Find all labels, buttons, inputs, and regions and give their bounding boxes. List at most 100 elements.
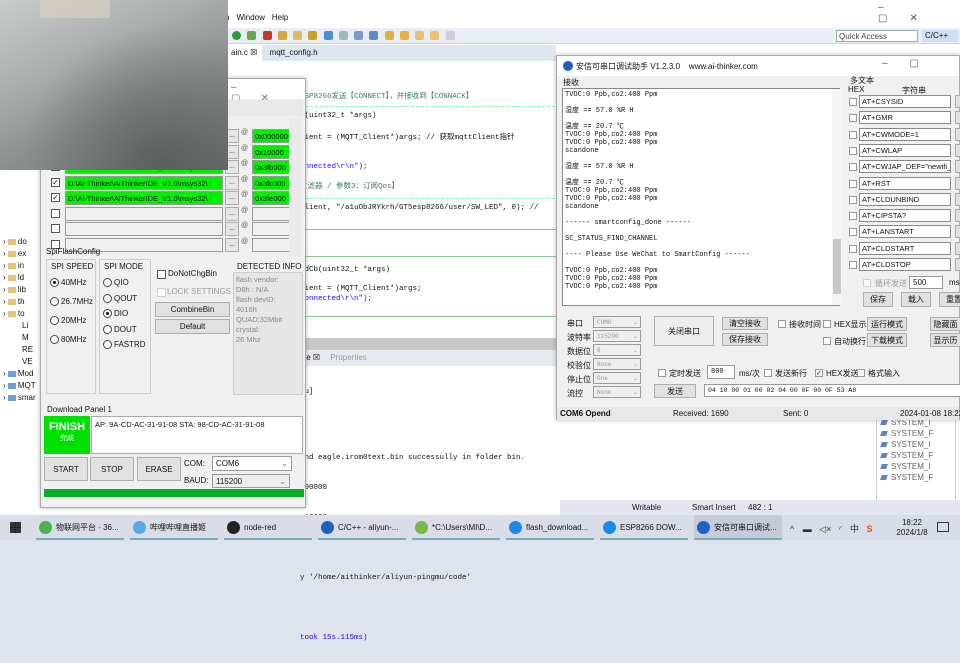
spi-mode-radio[interactable] <box>103 324 112 334</box>
command-hex-checkbox[interactable] <box>849 261 857 269</box>
debug-icon[interactable] <box>247 31 257 40</box>
outline-item[interactable]: SYSTEM_I <box>877 439 955 450</box>
browse-file-button[interactable]: ... <box>225 191 239 205</box>
block-icon[interactable] <box>354 31 364 40</box>
last-edit-icon[interactable] <box>415 31 425 40</box>
menu-help[interactable]: Help <box>272 13 288 22</box>
flash-address-input[interactable]: 0x3fb000 <box>252 160 293 174</box>
file-enable-checkbox[interactable] <box>51 208 60 218</box>
command-input[interactable]: AT+CLDSTART <box>859 241 951 255</box>
browse-file-button[interactable]: ... <box>225 175 239 190</box>
tab-properties[interactable]: Properties <box>330 353 366 362</box>
receive-scrollbar[interactable] <box>832 89 842 305</box>
hex-display-checkbox[interactable] <box>823 320 831 328</box>
load-commands-button[interactable]: 载入 <box>901 292 931 307</box>
erase-button[interactable]: ERASE <box>137 457 181 481</box>
tab-main-c[interactable]: ain.c ☒ <box>226 45 263 61</box>
tree-item[interactable]: › in <box>3 260 24 272</box>
flash-address-input[interactable] <box>252 206 293 221</box>
flash-address-input[interactable] <box>252 237 293 252</box>
tree-item[interactable]: › to <box>3 308 25 320</box>
clear-receive-button[interactable]: 清空接收 <box>722 317 768 330</box>
tree-item[interactable]: › ld <box>3 272 24 284</box>
start-button[interactable]: START <box>44 457 88 481</box>
file-enable-checkbox[interactable]: ✓ <box>51 193 60 202</box>
command-hex-checkbox[interactable] <box>849 146 857 155</box>
command-hex-checkbox[interactable] <box>849 163 857 172</box>
port-setting-select[interactable]: None ⌄ <box>593 386 641 398</box>
command-send-button[interactable] <box>955 209 960 223</box>
perspective-cpp-button[interactable]: C/C++ <box>922 30 958 42</box>
command-hex-checkbox[interactable] <box>849 130 857 139</box>
tree-item[interactable]: › do <box>3 236 27 248</box>
taskbar-app[interactable]: 物联网平台 - 36... <box>36 515 124 540</box>
stop-button[interactable]: STOP <box>90 457 134 481</box>
outline-item[interactable]: SYSTEM_F <box>877 428 955 439</box>
show-history-button[interactable]: 显示历 <box>930 333 960 347</box>
command-hex-checkbox[interactable] <box>849 195 857 204</box>
file-list-scrollbar[interactable] <box>289 117 301 257</box>
editor-scrollbar[interactable] <box>300 338 560 350</box>
taskbar-app[interactable]: ESP8266 DOW... <box>600 515 688 540</box>
flash-address-input[interactable]: 0x3fc000 <box>252 175 293 190</box>
loop-send-checkbox[interactable] <box>863 279 871 287</box>
command-input[interactable]: AT+RST <box>859 176 951 190</box>
tree-item[interactable]: › Mod <box>3 368 33 380</box>
clock[interactable]: 18:22 2024/1/8 <box>890 518 934 538</box>
back-icon[interactable] <box>430 31 440 40</box>
battery-icon[interactable]: ▬ <box>803 524 812 534</box>
spi-mode-radio[interactable] <box>103 293 112 303</box>
menu-window[interactable]: Window <box>236 13 264 22</box>
command-hex-checkbox[interactable] <box>849 212 857 221</box>
spi-speed-radio[interactable] <box>50 316 59 325</box>
browse-file-button[interactable]: ... <box>225 222 239 236</box>
window-controls[interactable]: –▢✕ <box>878 2 960 24</box>
timed-interval-input[interactable]: 800 <box>707 365 735 379</box>
command-send-button[interactable] <box>955 241 960 255</box>
send-button[interactable]: 发送 <box>654 384 696 398</box>
run-mode-button[interactable]: 运行模式 <box>867 317 907 331</box>
taskbar-app[interactable]: flash_download... <box>506 515 594 540</box>
highlight-icon[interactable] <box>323 31 333 40</box>
tray-chevron-icon[interactable]: ^ <box>790 524 794 534</box>
spi-speed-radio[interactable] <box>50 335 59 344</box>
browse-file-button[interactable]: ... <box>225 206 239 221</box>
reset-commands-button[interactable]: 重置 <box>939 292 960 307</box>
command-input[interactable]: AT+CLDSTOP <box>859 258 951 271</box>
baud-select[interactable]: 115200 ⌄ <box>212 474 290 488</box>
com-select[interactable]: COM6 ⌄ <box>212 456 292 471</box>
prev-annotation-icon[interactable] <box>399 31 409 40</box>
command-send-button[interactable] <box>955 127 960 141</box>
hide-panel-button[interactable]: 隐藏面 <box>930 317 960 331</box>
port-setting-select[interactable]: 115200 ⌄ <box>593 330 641 342</box>
combine-bin-button[interactable]: CombineBin <box>155 302 230 317</box>
flash-address-input[interactable]: 0x000000 <box>252 129 293 143</box>
loop-interval-input[interactable]: 500 <box>909 276 943 289</box>
receive-textarea[interactable]: TVOC:0 Ppb,co2:400 Ppm 湿度 == 57.0 %R H 温度 … <box>562 88 840 306</box>
run-icon[interactable] <box>232 31 242 40</box>
tree-item[interactable]: › smar <box>3 392 36 404</box>
flash-address-input[interactable]: 0x10000 <box>252 144 293 159</box>
command-input[interactable]: AT+LANSTART <box>859 225 951 239</box>
tree-item[interactable]: RE <box>22 344 33 356</box>
close-port-button[interactable]: 关闭串口 <box>654 316 714 346</box>
flash-address-input[interactable]: 0x3fe000 <box>252 191 293 205</box>
save-receive-button[interactable]: 保存接收 <box>722 333 768 346</box>
spi-speed-radio[interactable] <box>50 278 59 287</box>
command-send-button[interactable] <box>955 143 960 157</box>
port-setting-select[interactable]: One ⌄ <box>593 372 641 384</box>
sogou-ime-icon[interactable]: S <box>867 524 873 534</box>
ime-indicator[interactable]: 中 <box>850 524 859 534</box>
command-input[interactable]: AT+CWJAP_DEF="newifi_ <box>859 160 951 174</box>
file-path-input[interactable] <box>65 206 223 221</box>
spi-mode-radio[interactable] <box>103 278 112 287</box>
command-send-button[interactable] <box>955 95 960 108</box>
file-enable-checkbox[interactable]: ✓ <box>51 177 60 187</box>
flash-address-input[interactable] <box>252 222 293 236</box>
command-send-button[interactable] <box>955 225 960 239</box>
tree-item[interactable]: › ex <box>3 248 26 260</box>
lock-settings-checkbox[interactable] <box>157 288 166 297</box>
hex-send-checkbox[interactable]: ✓ <box>815 369 823 377</box>
command-hex-checkbox[interactable] <box>849 114 857 123</box>
command-hex-checkbox[interactable] <box>849 244 857 253</box>
